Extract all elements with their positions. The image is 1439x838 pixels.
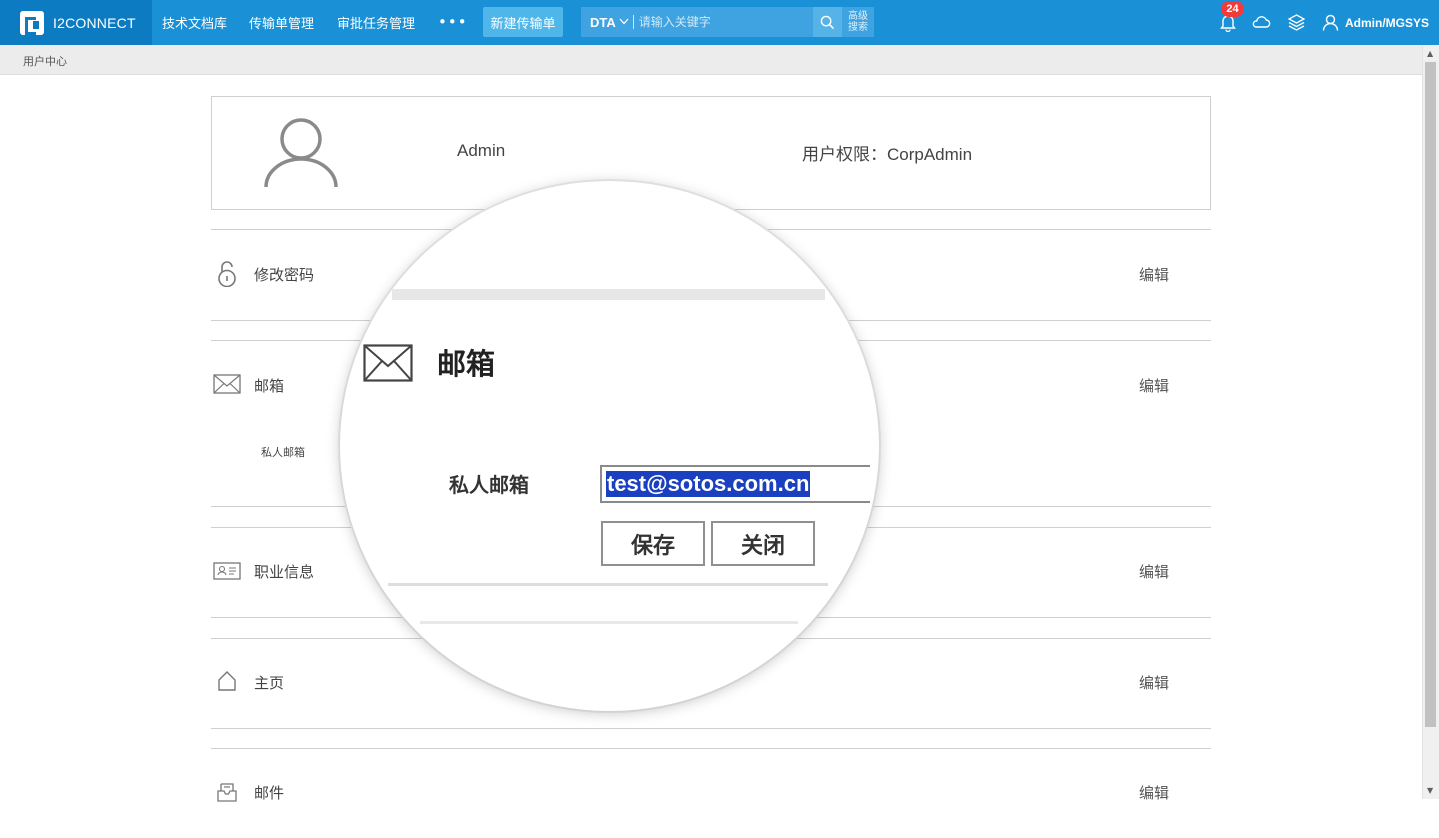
edit-career-link[interactable]: 编辑 — [1139, 561, 1169, 582]
home-icon — [213, 668, 241, 694]
section-title: 主页 — [254, 674, 285, 692]
save-button[interactable]: 保存 — [601, 521, 705, 566]
magnified-divider — [392, 289, 825, 300]
id-card-icon — [213, 558, 241, 584]
advanced-search-button[interactable]: 高级 搜索 — [842, 7, 874, 37]
magnified-divider — [388, 583, 828, 586]
edit-password-link[interactable]: 编辑 — [1139, 264, 1169, 285]
section-title: 邮件 — [254, 784, 285, 802]
magnified-email-title: 邮箱 — [437, 347, 496, 381]
search-box: DTA — [581, 7, 813, 37]
app-name: I2CONNECT — [53, 14, 136, 31]
selected-email-text: test@sotos.com.cn — [606, 471, 811, 497]
profile-card: Admin 用户权限：CorpAdmin — [211, 96, 1211, 210]
nav-item-transfer[interactable]: 传输单管理 — [249, 0, 314, 45]
new-transfer-button[interactable]: 新建传输单 — [483, 7, 563, 37]
nav-item-docs[interactable]: 技术文档库 — [162, 0, 227, 45]
user-name: Admin/MGSYS — [1345, 15, 1430, 30]
scrollbar[interactable]: ▲ ▼ — [1422, 45, 1439, 799]
nav-item-approval[interactable]: 审批任务管理 — [337, 0, 415, 45]
advanced-search-label-2: 搜索 — [848, 22, 868, 33]
magnified-divider — [420, 621, 798, 624]
cloud-icon[interactable] — [1251, 12, 1271, 32]
envelope-icon — [363, 344, 413, 382]
scroll-down-icon[interactable]: ▼ — [1427, 786, 1433, 795]
breadcrumb-current[interactable]: 用户中心 — [23, 53, 67, 69]
profile-name: Admin — [457, 141, 506, 160]
close-button[interactable]: 关闭 — [711, 521, 815, 566]
magnified-private-email-label: 私人邮箱 — [449, 473, 529, 497]
search-input[interactable] — [638, 10, 799, 34]
profile-role: 用户权限：CorpAdmin — [802, 140, 972, 165]
section-title: 邮箱 — [254, 377, 285, 395]
scrollbar-thumb[interactable] — [1425, 62, 1436, 727]
notification-badge: 24 — [1221, 1, 1244, 17]
divider — [632, 15, 634, 29]
scroll-up-icon[interactable]: ▲ — [1427, 49, 1433, 58]
mail-tray-icon — [213, 779, 241, 805]
more-menu-icon[interactable]: ••• — [438, 13, 468, 31]
top-navbar: I2CONNECT 技术文档库 传输单管理 审批任务管理 ••• 新建传输单 D… — [0, 0, 1439, 45]
private-email-label: 私人邮箱 — [261, 446, 305, 459]
search-scope-select[interactable]: DTA — [590, 15, 616, 30]
private-email-input[interactable]: test@sotos.com.cn — [600, 465, 870, 503]
section-title: 职业信息 — [254, 563, 315, 581]
avatar-icon — [264, 118, 338, 188]
user-menu[interactable]: Admin/MGSYS — [1322, 0, 1429, 45]
edit-homepage-link[interactable]: 编辑 — [1139, 672, 1169, 693]
magnifier-callout: 邮箱 私人邮箱 test@sotos.com.cn 保存 关闭 — [340, 181, 879, 711]
lock-icon — [213, 261, 241, 287]
breadcrumb: 用户中心 — [0, 45, 1422, 75]
role-label: 用户权限： — [802, 145, 887, 165]
section-title: 修改密码 — [254, 266, 315, 284]
brand[interactable]: I2CONNECT — [0, 0, 152, 45]
search-button[interactable] — [813, 7, 842, 37]
advanced-search-label-1: 高级 — [848, 11, 868, 22]
edit-mail-link[interactable]: 编辑 — [1139, 782, 1169, 803]
app-logo-icon — [20, 10, 44, 35]
role-value: CorpAdmin — [887, 145, 973, 164]
section-mail: 邮件 编辑 — [211, 748, 1211, 838]
edit-email-link[interactable]: 编辑 — [1139, 375, 1169, 396]
envelope-icon — [213, 371, 241, 397]
search-icon — [820, 15, 835, 29]
chevron-down-icon[interactable] — [619, 17, 629, 28]
user-icon — [1322, 14, 1339, 31]
layers-icon[interactable] — [1286, 12, 1306, 32]
